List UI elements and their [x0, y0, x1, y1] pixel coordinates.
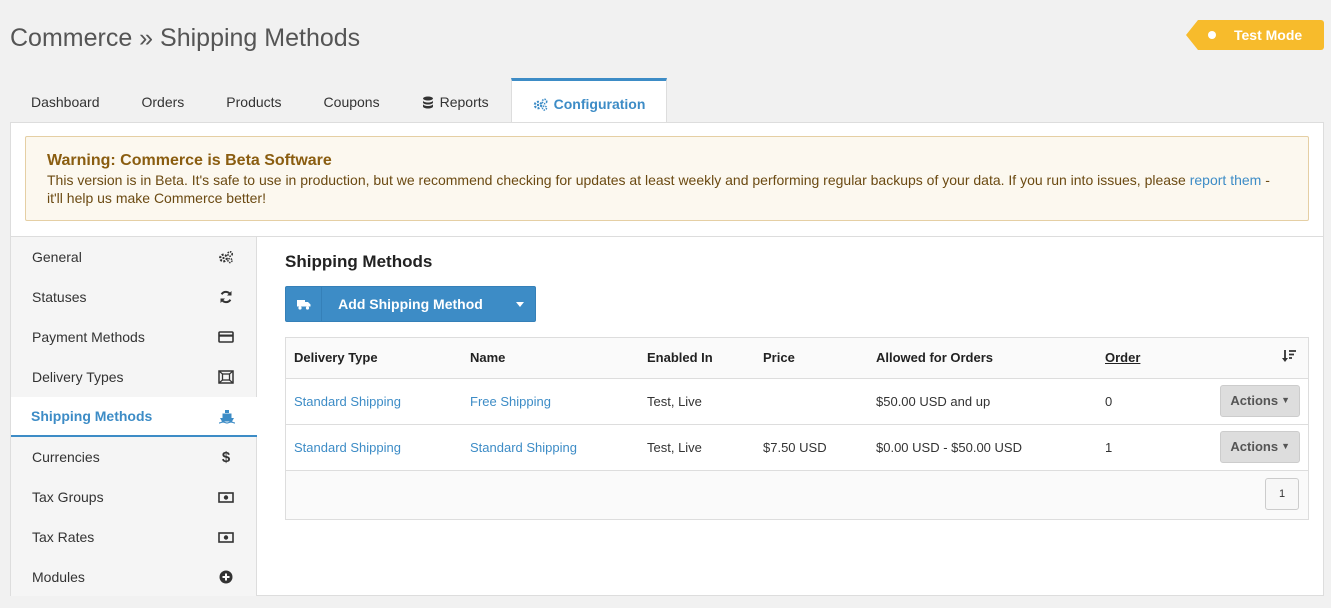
shipping-method-link[interactable]: Free Shipping	[470, 394, 551, 409]
tab-label: Coupons	[323, 94, 380, 110]
col-delivery-type: Delivery Type	[286, 338, 462, 379]
actions-button[interactable]: Actions ▼	[1220, 385, 1300, 417]
tab-label: Configuration	[553, 96, 646, 112]
actions-button[interactable]: Actions ▼	[1220, 431, 1300, 463]
cell-name: Free Shipping	[462, 378, 639, 425]
warning-text: This version is in Beta. It's safe to us…	[47, 171, 1288, 207]
shipping-method-link[interactable]: Standard Shipping	[470, 440, 577, 455]
dollar-icon: $	[221, 448, 231, 466]
table-row: Standard Shipping Standard Shipping Test…	[286, 424, 1308, 471]
money-icon	[218, 489, 234, 505]
actions-label: Actions	[1230, 439, 1279, 454]
cell-allowed: $0.00 USD - $50.00 USD	[868, 424, 1097, 471]
sidebar-item-shipping-methods[interactable]: Shipping Methods	[11, 397, 257, 437]
pagination-page-button[interactable]: 1	[1265, 478, 1299, 510]
truck-icon	[286, 287, 322, 321]
money-icon	[218, 529, 234, 545]
sidebar-item-payment-methods[interactable]: Payment Methods	[11, 317, 256, 357]
caret-down-icon[interactable]	[505, 287, 535, 321]
tab-label: Reports	[439, 94, 489, 110]
refresh-icon	[218, 289, 234, 305]
cell-allowed: $50.00 USD and up	[868, 378, 1097, 425]
cell-price: $7.50 USD	[755, 424, 868, 471]
actions-label: Actions	[1230, 393, 1279, 408]
add-shipping-method-label: Add Shipping Method	[338, 296, 483, 312]
sidebar-item-tax-rates[interactable]: Tax Rates	[11, 517, 256, 557]
sidebar-item-tax-groups[interactable]: Tax Groups	[11, 477, 256, 517]
credit-card-icon	[218, 329, 234, 345]
sidebar-item-delivery-types[interactable]: Delivery Types	[11, 357, 256, 397]
cell-enabled-in: Test, Live	[639, 424, 755, 471]
tab-dashboard[interactable]: Dashboard	[10, 78, 121, 122]
col-order[interactable]: Order	[1097, 338, 1213, 379]
cell-order: 1	[1097, 424, 1213, 471]
warning-text-before: This version is in Beta. It's safe to us…	[47, 172, 1190, 188]
cell-actions: Actions ▼	[1212, 378, 1308, 425]
table-header-row: Delivery Type Name Enabled In Price Allo…	[286, 338, 1308, 379]
tab-orders[interactable]: Orders	[121, 78, 206, 122]
delivery-type-link[interactable]: Standard Shipping	[294, 394, 401, 409]
plus-circle-icon	[218, 569, 234, 585]
col-price: Price	[755, 338, 868, 379]
delivery-type-link[interactable]: Standard Shipping	[294, 440, 401, 455]
caret-down-icon: ▼	[1281, 441, 1290, 451]
tab-label: Products	[226, 94, 282, 110]
cell-delivery-type: Standard Shipping	[286, 424, 462, 471]
sidebar-item-modules[interactable]: Modules	[11, 557, 256, 597]
sidebar-item-currencies[interactable]: Currencies $	[11, 437, 256, 477]
beta-warning: Warning: Commerce is Beta Software This …	[25, 136, 1309, 221]
gears-icon	[218, 249, 234, 265]
shipping-methods-table: Delivery Type Name Enabled In Price Allo…	[285, 337, 1309, 520]
test-mode-label: Test Mode	[1234, 27, 1303, 43]
sort-column-header	[1212, 338, 1308, 379]
cell-order: 0	[1097, 378, 1213, 425]
sidebar-item-label: Delivery Types	[32, 369, 124, 385]
badge-dot-icon	[1208, 31, 1216, 39]
sidebar-item-label: General	[32, 249, 82, 265]
database-icon	[422, 96, 434, 109]
main-tabs: Dashboard Orders Products Coupons Report…	[10, 78, 668, 123]
cell-delivery-type: Standard Shipping	[286, 378, 462, 425]
table-row: Standard Shipping Free Shipping Test, Li…	[286, 378, 1308, 425]
cell-actions: Actions ▼	[1212, 424, 1308, 471]
tab-reports[interactable]: Reports	[401, 78, 510, 122]
section-heading: Shipping Methods	[285, 252, 433, 271]
sidebar-item-label: Currencies	[32, 449, 100, 465]
sidebar-item-label: Shipping Methods	[31, 408, 153, 424]
cell-enabled-in: Test, Live	[639, 378, 755, 425]
config-sidebar: General Statuses Payment Methods Deliver…	[11, 237, 257, 596]
main-panel: Warning: Commerce is Beta Software This …	[10, 122, 1324, 596]
tab-label: Dashboard	[31, 94, 100, 110]
sidebar-item-label: Modules	[32, 569, 85, 585]
add-shipping-method-button[interactable]: Add Shipping Method	[285, 286, 536, 322]
tab-products[interactable]: Products	[205, 78, 302, 122]
content-area: Shipping Methods Add Shipping Method Del…	[285, 237, 1310, 520]
cell-price	[755, 378, 868, 425]
warning-title: Warning: Commerce is Beta Software	[47, 152, 332, 169]
expand-box-icon	[218, 369, 234, 385]
sidebar-item-label: Statuses	[32, 289, 87, 305]
sidebar-item-label: Tax Rates	[32, 529, 95, 545]
cell-name: Standard Shipping	[462, 424, 639, 471]
tab-label: Orders	[141, 94, 185, 110]
sidebar-item-statuses[interactable]: Statuses	[11, 277, 256, 317]
col-enabled-in: Enabled In	[639, 338, 755, 379]
col-name: Name	[462, 338, 639, 379]
sidebar-item-label: Payment Methods	[32, 329, 145, 345]
sidebar-item-general[interactable]: General	[11, 237, 256, 277]
col-allowed-for-orders: Allowed for Orders	[868, 338, 1097, 379]
caret-down-icon: ▼	[1281, 395, 1290, 405]
gears-icon	[533, 97, 548, 111]
report-them-link[interactable]: report them	[1190, 172, 1262, 188]
ship-icon	[219, 408, 235, 424]
page-title: Commerce » Shipping Methods	[10, 24, 361, 52]
tab-configuration[interactable]: Configuration	[510, 78, 668, 123]
sidebar-item-label: Tax Groups	[32, 489, 104, 505]
tab-coupons[interactable]: Coupons	[303, 78, 401, 122]
test-mode-badge: Test Mode	[1186, 20, 1324, 50]
sort-icon[interactable]	[1282, 349, 1296, 363]
